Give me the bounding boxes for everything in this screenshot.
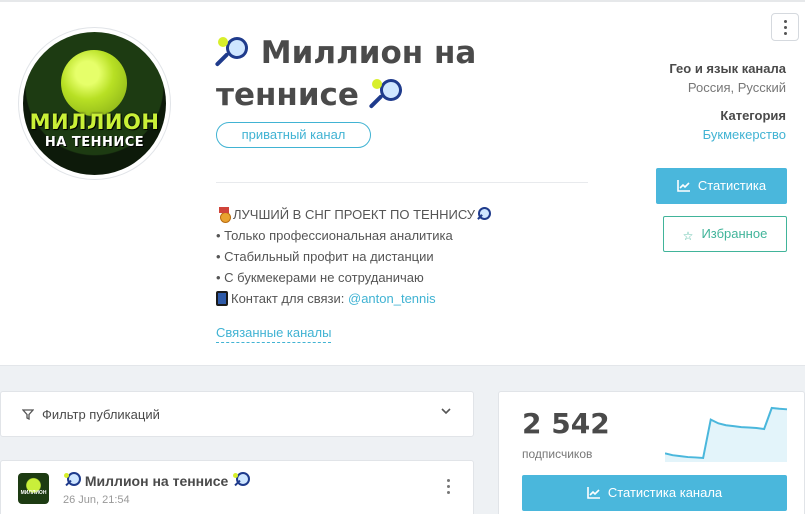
top-divider bbox=[0, 0, 805, 2]
more-options-button[interactable] bbox=[771, 13, 799, 41]
subscriber-label: подписчиков bbox=[522, 447, 593, 461]
subscriber-count: 2 542 bbox=[522, 407, 610, 440]
post-date: 26 Jun, 21:54 bbox=[63, 494, 130, 506]
tennis-racket-icon bbox=[368, 74, 406, 109]
filter-label: Фильтр публикаций bbox=[42, 407, 160, 422]
channel-title-text: Миллион на теннисе bbox=[216, 35, 477, 113]
statistics-button[interactable]: Статистика bbox=[656, 168, 787, 204]
description-line: ЛУЧШИЙ В СНГ ПРОЕКТ ПО ТЕННИСУ bbox=[216, 204, 596, 225]
kebab-icon bbox=[784, 20, 787, 35]
description-line: • Стабильный профит на дистанции bbox=[216, 249, 434, 264]
favorite-button[interactable]: ☆ Избранное bbox=[663, 216, 787, 252]
avatar-logo-text-1: МИЛЛИОН bbox=[29, 110, 160, 134]
avatar-image: МИЛЛИОН НА ТЕННИСЕ bbox=[23, 32, 166, 175]
category-label: Категория bbox=[720, 108, 786, 123]
category-link[interactable]: Букмекерство bbox=[703, 127, 786, 142]
chevron-down-icon bbox=[441, 408, 451, 415]
avatar-logo-text-2: НА ТЕННИСЕ bbox=[44, 135, 145, 150]
channel-description: ЛУЧШИЙ В СНГ ПРОЕКТ ПО ТЕННИСУ • Только … bbox=[216, 204, 596, 309]
medal-icon bbox=[216, 207, 231, 223]
subscriber-sparkline bbox=[665, 406, 788, 462]
chart-icon bbox=[587, 487, 600, 499]
publication-filter[interactable]: Фильтр публикаций bbox=[0, 391, 474, 437]
tennis-racket-icon bbox=[475, 207, 492, 221]
tennis-racket-icon bbox=[232, 472, 251, 488]
post-title[interactable]: Миллион на теннисе bbox=[63, 472, 251, 489]
channel-statistics-button[interactable]: Статистика канала bbox=[522, 475, 787, 511]
chart-icon bbox=[677, 180, 690, 192]
filter-icon bbox=[22, 409, 34, 420]
description-line: • Только профессиональная аналитика bbox=[216, 228, 453, 243]
channel-header-card: МИЛЛИОН НА ТЕННИСЕ Миллион на теннисе пр… bbox=[0, 0, 805, 366]
tennis-racket-icon bbox=[214, 32, 253, 67]
header-divider bbox=[216, 182, 588, 183]
tennis-ball-icon bbox=[61, 50, 127, 116]
description-line: • С букмекерами не сотруданичаю bbox=[216, 270, 424, 285]
tennis-racket-icon bbox=[63, 472, 81, 488]
post-options-button[interactable] bbox=[447, 479, 451, 495]
contact-link[interactable]: @anton_tennis bbox=[348, 291, 436, 306]
subscribers-card: 2 542 подписчиков Статистика канала bbox=[498, 391, 805, 514]
star-icon: ☆ bbox=[682, 229, 694, 243]
phone-icon bbox=[216, 291, 228, 306]
channel-avatar: МИЛЛИОН НА ТЕННИСЕ bbox=[18, 27, 171, 180]
related-channels-link[interactable]: Связанные каналы bbox=[216, 325, 332, 343]
channel-title: Миллион на теннисе bbox=[214, 32, 546, 116]
geo-value: Россия, Русский bbox=[687, 80, 786, 95]
private-channel-badge: приватный канал bbox=[216, 122, 371, 148]
post-avatar: МИЛЛИОН bbox=[18, 473, 49, 504]
description-line: Контакт для связи: @anton_tennis bbox=[216, 288, 596, 309]
post-card: МИЛЛИОН Миллион на теннисе 26 Jun, 21:54 bbox=[0, 460, 474, 514]
geo-label: Гео и язык канала bbox=[669, 61, 786, 76]
